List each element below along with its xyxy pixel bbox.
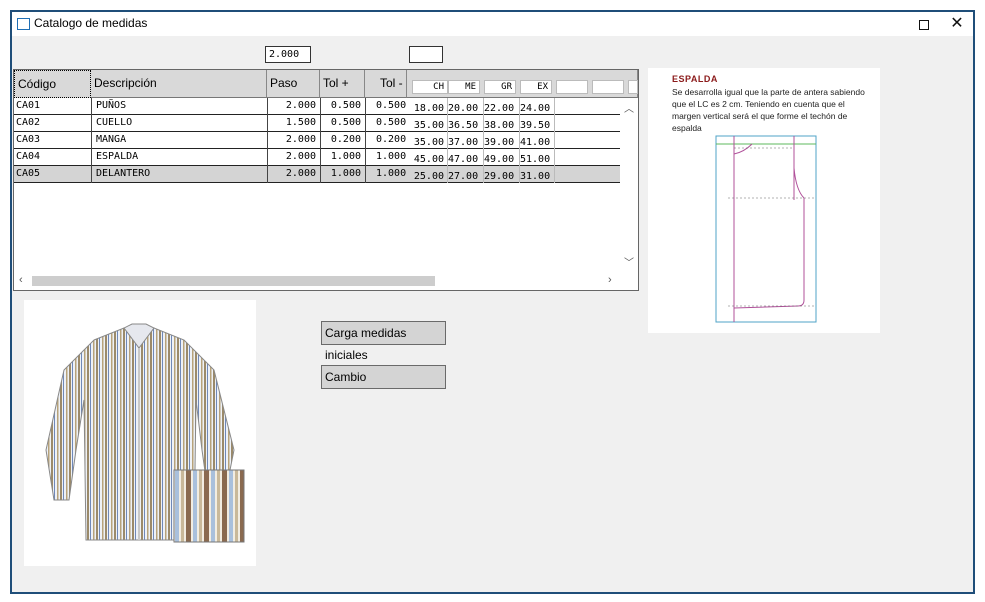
cell-tol-minus: 0.200	[376, 134, 407, 145]
cell-tol-plus: 0.500	[330, 117, 361, 128]
size-header-me[interactable]: ME	[448, 80, 480, 94]
cell-tol-plus: 0.500	[330, 100, 361, 111]
table-row[interactable]: CA01 PUÑOS 2.000 0.500 0.500 18.00 20.00…	[14, 98, 621, 115]
column-divider	[267, 98, 268, 183]
horizontal-scrollbar[interactable]: ‹ ›	[14, 272, 638, 290]
cell-descripcion: PUÑOS	[96, 100, 127, 111]
horizontal-scroll-thumb[interactable]	[32, 276, 435, 286]
size-header-6[interactable]	[592, 80, 624, 94]
cell-descripcion: MANGA	[96, 134, 127, 145]
shirt-photo	[24, 300, 256, 566]
cell-tol-plus: 0.200	[330, 134, 361, 145]
blank-input[interactable]	[409, 46, 443, 63]
cell-codigo: CA04	[16, 151, 41, 162]
scroll-left-icon[interactable]: ‹	[19, 274, 23, 286]
table-row-selected[interactable]: CA05 DELANTERO 2.000 1.000 1.000 25.00 2…	[14, 166, 621, 183]
cell-descripcion: ESPALDA	[96, 151, 139, 162]
scroll-right-icon[interactable]: ›	[608, 274, 612, 286]
back-pattern-drawing-icon	[715, 135, 817, 323]
cell-tol-minus: 1.000	[376, 151, 407, 162]
cell-descripcion: DELANTERO	[96, 168, 151, 179]
app-icon	[17, 18, 30, 30]
close-button[interactable]: ✕	[942, 14, 972, 34]
cell-paso: 1.500	[285, 117, 316, 128]
cell-size-ex: 31.00	[520, 171, 551, 182]
table-row[interactable]: CA02 CUELLO 1.500 0.500 0.500 35.00 36.5…	[14, 115, 621, 132]
pattern-document-image: ESPALDA Se desarrolla igual que la parte…	[648, 68, 880, 333]
cell-size-ch: 25.00	[413, 171, 444, 182]
cell-size-me: 27.00	[448, 171, 479, 182]
maximize-icon	[919, 20, 929, 31]
size-header-7[interactable]	[628, 80, 638, 94]
cell-paso: 2.000	[285, 100, 316, 111]
window-title: Catalogo de medidas	[34, 16, 148, 30]
cell-tol-minus: 0.500	[376, 100, 407, 111]
cell-size-gr: 29.00	[484, 171, 515, 182]
cell-tol-minus: 1.000	[376, 168, 407, 179]
change-button[interactable]: Cambio	[321, 365, 446, 389]
cell-codigo: CA01	[16, 100, 41, 111]
cell-codigo: CA05	[16, 168, 41, 179]
scroll-up-icon[interactable]: ︿	[624, 100, 634, 115]
cell-codigo: CA03	[16, 134, 41, 145]
column-divider	[320, 98, 321, 183]
title-bar: Catalogo de medidas ✕	[12, 12, 973, 36]
size-header-ch[interactable]: CH	[412, 80, 448, 94]
size-header-5[interactable]	[556, 80, 588, 94]
column-divider	[447, 98, 448, 183]
column-divider	[519, 98, 520, 183]
cell-paso: 2.000	[285, 151, 316, 162]
table-row[interactable]: CA03 MANGA 2.000 0.200 0.200 35.00 37.00…	[14, 132, 621, 149]
shirt-icon	[45, 323, 245, 543]
maximize-button[interactable]	[909, 14, 939, 34]
scroll-down-icon[interactable]: ﹀	[624, 254, 634, 269]
column-divider	[483, 98, 484, 183]
vertical-scrollbar[interactable]: ︿ ﹀	[620, 98, 638, 272]
cell-codigo: CA02	[16, 117, 41, 128]
column-header-tol-plus[interactable]: Tol +	[320, 70, 365, 98]
load-initial-measures-button[interactable]: Carga medidas iniciales	[321, 321, 446, 362]
measurements-grid[interactable]: Código Descripción Paso Tol + Tol - CH M…	[13, 69, 639, 291]
column-header-codigo[interactable]: Código	[14, 70, 91, 98]
cell-paso: 2.000	[285, 134, 316, 145]
column-header-descripcion[interactable]: Descripción	[91, 70, 267, 98]
column-divider	[554, 98, 555, 183]
cell-paso: 2.000	[285, 168, 316, 179]
window: Catalogo de medidas ✕ 2.000 Código Descr…	[10, 10, 975, 594]
cell-tol-plus: 1.000	[330, 151, 361, 162]
step-input[interactable]: 2.000	[265, 46, 311, 63]
table-row[interactable]: CA04 ESPALDA 2.000 1.000 1.000 45.00 47.…	[14, 149, 621, 166]
close-icon: ✕	[950, 15, 964, 32]
size-header-gr[interactable]: GR	[484, 80, 516, 94]
cell-tol-minus: 0.500	[376, 117, 407, 128]
column-header-tol-minus[interactable]: Tol -	[365, 70, 407, 98]
size-header-ex[interactable]: EX	[520, 80, 552, 94]
cell-descripcion: CUELLO	[96, 117, 133, 128]
column-header-paso[interactable]: Paso	[267, 70, 320, 98]
column-divider	[91, 98, 92, 183]
column-divider	[365, 98, 366, 183]
cell-tol-plus: 1.000	[330, 168, 361, 179]
